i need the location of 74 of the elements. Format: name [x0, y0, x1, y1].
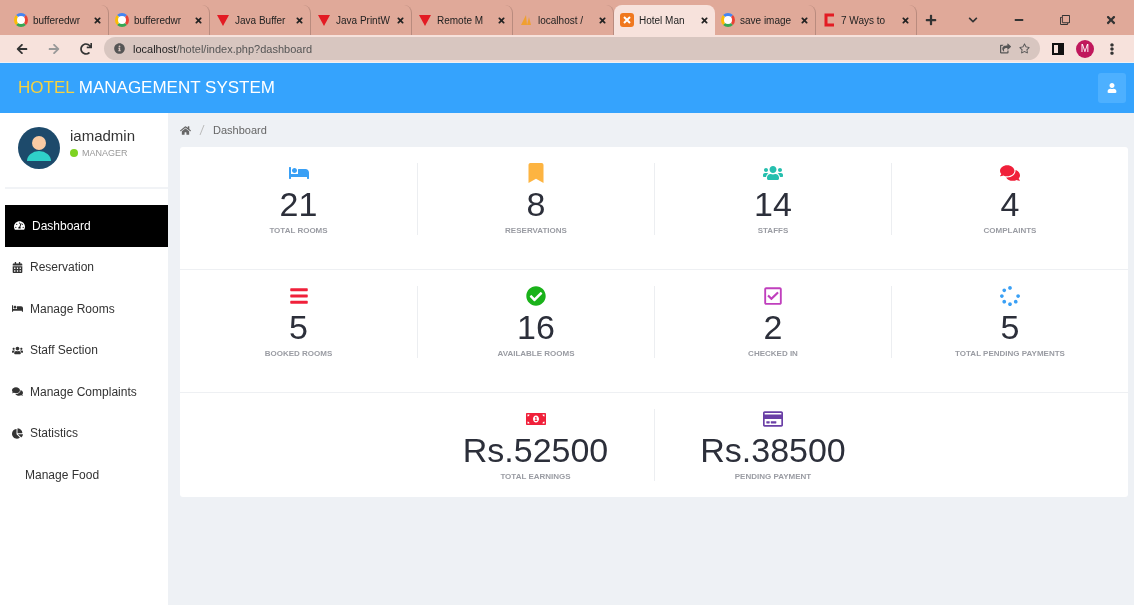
restore-icon[interactable] — [1060, 15, 1070, 25]
triangle-favicon-icon — [216, 13, 230, 27]
new-tab-icon[interactable] — [925, 14, 937, 26]
stat-label: RESERVATIONS — [505, 226, 567, 235]
chevron-down-icon[interactable] — [968, 15, 978, 25]
star-icon[interactable] — [1019, 43, 1030, 54]
close-icon[interactable] — [901, 15, 910, 25]
triangle-favicon-icon — [317, 13, 331, 27]
stat-label: STAFFS — [757, 226, 789, 235]
sidebar-item[interactable]: Manage Food — [5, 454, 168, 496]
stat-value: 5 — [1000, 308, 1020, 347]
address-bar[interactable]: localhost/hotel/index.php?dashboard — [104, 37, 1040, 60]
sidebar-item[interactable]: Statistics — [5, 412, 168, 454]
stat-value: 8 — [526, 185, 546, 224]
sidebar-item[interactable]: Staff Section — [5, 329, 168, 371]
stat-label: TOTAL EARNINGS — [500, 472, 571, 481]
google-favicon-icon — [115, 13, 129, 27]
share-icon[interactable] — [1000, 43, 1011, 54]
info-icon — [114, 43, 125, 54]
reload-icon[interactable] — [80, 42, 92, 55]
stat-label: CHECKED IN — [748, 349, 798, 358]
stat-value: Rs.38500 — [700, 431, 846, 470]
online-status-dot — [70, 149, 78, 157]
back-arrow-icon[interactable] — [16, 42, 28, 55]
close-icon[interactable] — [497, 15, 506, 25]
stat-label: TOTAL ROOMS — [269, 226, 328, 235]
stat-value: 2 — [763, 308, 783, 347]
c-favicon-icon — [822, 13, 836, 27]
sidebar-item[interactable]: Reservation — [5, 246, 168, 288]
stat-label: AVAILABLE ROOMS — [497, 349, 575, 358]
sidebar-panel-icon[interactable] — [1052, 42, 1064, 55]
user-role: MANAGER — [82, 148, 128, 158]
avatar-icon — [18, 127, 60, 169]
bed-icon — [12, 303, 23, 315]
stat-value: 4 — [1000, 185, 1020, 224]
stat-label: BOOKED ROOMS — [264, 349, 333, 358]
gauge-icon — [14, 220, 25, 232]
close-icon[interactable] — [194, 15, 203, 25]
browser-tab[interactable]: Hotel Man — [614, 5, 715, 35]
user-icon — [1107, 83, 1117, 93]
home-icon[interactable] — [180, 124, 191, 136]
pie-chart-icon — [12, 427, 23, 439]
cross-favicon-icon — [620, 13, 634, 27]
user-name: iamadmin — [70, 127, 136, 144]
profile-avatar[interactable]: M — [1076, 39, 1094, 58]
stat-value: 14 — [754, 185, 792, 224]
stat-value: 21 — [279, 185, 318, 224]
stat-value: Rs.52500 — [462, 431, 609, 470]
stat-value: 5 — [289, 308, 308, 347]
close-icon[interactable] — [1105, 14, 1117, 26]
breadcrumb-item: Dashboard — [213, 124, 267, 136]
stat-label: COMPLAINTS — [983, 226, 1037, 235]
close-icon[interactable] — [396, 15, 405, 25]
url-text: localhost/hotel/index.php?dashboard — [133, 42, 313, 55]
stat-value: 16 — [517, 308, 555, 347]
close-icon[interactable] — [800, 15, 809, 25]
sidebar-item[interactable]: Manage Rooms — [5, 288, 168, 330]
close-icon[interactable] — [295, 15, 304, 25]
separator-slash-icon — [199, 124, 205, 136]
calendar-icon — [12, 261, 23, 273]
stat-label: PENDING PAYMENT — [734, 472, 812, 481]
close-icon[interactable] — [700, 15, 709, 25]
stat-label: TOTAL PENDING PAYMENTS — [955, 349, 1065, 358]
google-favicon-icon — [721, 13, 735, 27]
sails-favicon-icon — [519, 13, 533, 27]
sidebar-item[interactable]: Dashboard — [5, 205, 168, 247]
app-title: HOTEL MANAGEMENT SYSTEM — [18, 78, 275, 98]
google-favicon-icon — [14, 13, 28, 27]
triangle-favicon-icon — [418, 13, 432, 27]
people-icon — [12, 344, 23, 356]
chat-bubbles-icon — [12, 386, 23, 398]
close-icon[interactable] — [598, 15, 607, 25]
sidebar-item[interactable]: Manage Complaints — [5, 371, 168, 413]
close-icon[interactable] — [93, 15, 102, 25]
